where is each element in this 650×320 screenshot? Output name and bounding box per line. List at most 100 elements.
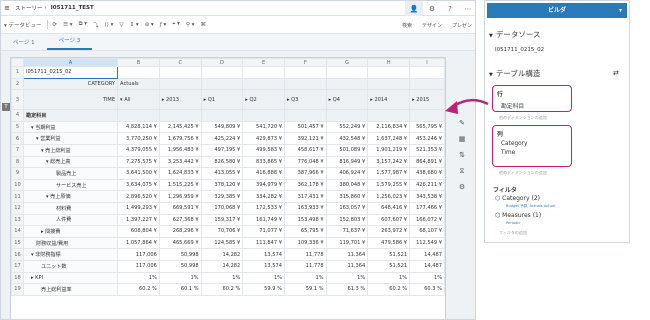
value-cell[interactable]: 50,998 [158,259,202,273]
columns-item-time[interactable]: Time [501,150,571,156]
value-cell[interactable]: 152,803 ¥ [325,213,369,227]
toolbar-tool-1[interactable]: ☰ ▾ [60,22,75,28]
row-label[interactable]: ▾ 売上総利益 [22,143,119,157]
value-cell[interactable]: 1,579,255 ¥ [367,178,411,192]
value-cell[interactable]: 60.2 % [117,283,160,296]
value-cell[interactable]: 1,515,225 ¥ [158,178,202,192]
value-cell[interactable]: 426,211 ¥ [409,178,445,192]
time-header[interactable]: ▸ Q2 [242,89,285,111]
value-cell[interactable]: 7,275,575 ¥ [117,155,160,169]
value-cell[interactable]: 14,487 [409,248,445,261]
value-cell[interactable]: 51,521 [367,248,411,261]
value-cell[interactable]: 497,195 ¥ [200,143,244,157]
value-cell[interactable]: 479,586 ¥ [367,236,411,250]
column-letter[interactable]: D [200,58,244,67]
value-cell[interactable]: 1,901,219 ¥ [367,143,411,157]
table-structure-heading[interactable]: ▼ テーブル構造 [489,68,540,79]
value-cell[interactable]: 380,048 ¥ [325,178,369,192]
value-cell[interactable]: 387,966 ¥ [283,167,327,180]
toolbar-tool-11[interactable]: ⌘ [197,22,209,28]
notification-icon[interactable]: ⚙ [423,1,441,16]
time-header[interactable]: ▸ 2013 [158,89,202,111]
value-cell[interactable]: 172,533 ¥ [242,201,285,215]
row-label[interactable]: ▸ 間接費 [22,225,119,238]
value-cell[interactable]: 3,634,075 ¥ [117,178,160,192]
value-cell[interactable]: 416,888 ¥ [242,167,285,180]
value-cell[interactable]: 549,809 ¥ [200,120,244,134]
value-cell[interactable]: 458,617 ¥ [283,143,327,157]
value-cell[interactable]: 394,979 ¥ [242,178,285,192]
value-cell[interactable]: 268,296 ¥ [158,225,202,238]
tab-page-1[interactable]: ページ 3 [46,32,93,50]
value-cell[interactable]: 3,641,500 ¥ [117,167,160,180]
value-cell[interactable]: 153,498 ¥ [283,213,327,227]
value-cell[interactable]: 501,089 ¥ [325,143,369,157]
value-cell[interactable]: 109,336 ¥ [283,236,327,250]
value-cell[interactable]: 816,949 ¥ [325,155,369,169]
value-cell[interactable]: 13,574 [242,248,285,261]
rows-add-note[interactable]: 他のディメンションの追加 [499,115,547,121]
value-cell[interactable]: 499,583 ¥ [242,143,285,157]
column-letter[interactable]: B [117,58,160,67]
row-label[interactable]: ▾ 当期利益 [22,120,119,134]
value-cell[interactable]: 541,720 ¥ [242,120,285,134]
value-cell[interactable]: 413,055 ¥ [200,167,244,180]
menu-icon[interactable]: ≡ [1,4,13,12]
row-label[interactable]: 売上総利益率 [22,283,119,296]
row-label[interactable]: 製品売上 [22,167,119,180]
value-cell[interactable]: 1,397,227 ¥ [117,213,160,227]
value-cell[interactable]: 1% [158,271,202,285]
value-cell[interactable]: 608,804 ¥ [117,225,160,238]
value-cell[interactable]: 343,538 ¥ [409,190,445,203]
datasource-heading[interactable]: ▼ データソース [489,29,540,40]
selected-cell-a1[interactable]: I051711_0215_02 [22,66,119,79]
column-letter[interactable]: E [242,58,285,67]
toolbar-tool-4[interactable]: ⟨⟩ ▾ [102,22,117,28]
toolbar-tool-6[interactable]: ⇕ ▾ [127,22,142,28]
toolbar-tool-9[interactable]: ⌖ ▾ [169,21,183,28]
rows-box[interactable]: 行 勘定科目 [492,85,572,112]
rows-item[interactable]: 勘定科目 [501,101,571,110]
value-cell[interactable]: 59.9 % [242,283,285,296]
row-label[interactable]: ユニット数 [22,259,119,273]
value-cell[interactable]: 833,865 ¥ [242,155,285,169]
toolbar-mode-2[interactable]: プレゼン [447,22,475,29]
value-cell[interactable]: 170,068 ¥ [200,201,244,215]
column-letter[interactable]: A [22,58,119,67]
value-cell[interactable]: 826,580 ¥ [200,155,244,169]
value-cell[interactable]: 1% [200,271,244,285]
value-cell[interactable]: 317,431 ¥ [283,190,327,203]
value-cell[interactable]: 1% [283,271,327,285]
time-header[interactable]: ▸ 2014 [367,89,411,111]
value-cell[interactable]: 61.3 % [325,283,369,296]
value-cell[interactable]: 669,591 ¥ [158,201,202,215]
swap-axis-icon[interactable]: ⇄ [613,69,619,77]
value-cell[interactable]: 565,795 ¥ [409,120,445,134]
value-cell[interactable]: 1% [325,271,369,285]
value-cell[interactable]: 159,317 ¥ [200,213,244,227]
value-cell[interactable]: 406,924 ¥ [325,167,369,180]
value-cell[interactable]: 71,637 ¥ [325,225,369,238]
row-toggle-icon[interactable]: T [2,103,10,111]
time-header[interactable]: ▸ 2015 [409,89,445,111]
time-header[interactable]: ▾ All [117,89,160,111]
value-cell[interactable]: 14,282 [200,259,244,273]
value-cell[interactable]: 13,574 [242,259,285,273]
row-label[interactable]: 人件費 [22,213,119,227]
toolbar-tool-7[interactable]: ⊛ ▾ [142,22,157,28]
value-cell[interactable]: 65,795 ¥ [283,225,327,238]
value-cell[interactable]: 1,679,756 ¥ [158,132,202,145]
value-cell[interactable]: 425,224 ¥ [200,132,244,145]
column-letter[interactable]: C [158,58,202,67]
value-cell[interactable]: 1% [409,271,445,285]
value-cell[interactable]: 14,282 [200,248,244,261]
row-label[interactable]: 材料費 [22,201,119,215]
column-letter[interactable]: G [325,58,369,67]
row-label[interactable]: サービス売上 [22,178,119,192]
value-cell[interactable]: 60.1 % [158,283,202,296]
row-label[interactable]: 財務収益/費用 [22,236,119,250]
value-cell[interactable]: 334,282 ¥ [242,190,285,203]
builder-button[interactable]: ビルダ ▾ [487,3,627,18]
column-letter[interactable]: I [409,58,445,67]
value-cell[interactable]: 648,416 ¥ [367,201,411,215]
